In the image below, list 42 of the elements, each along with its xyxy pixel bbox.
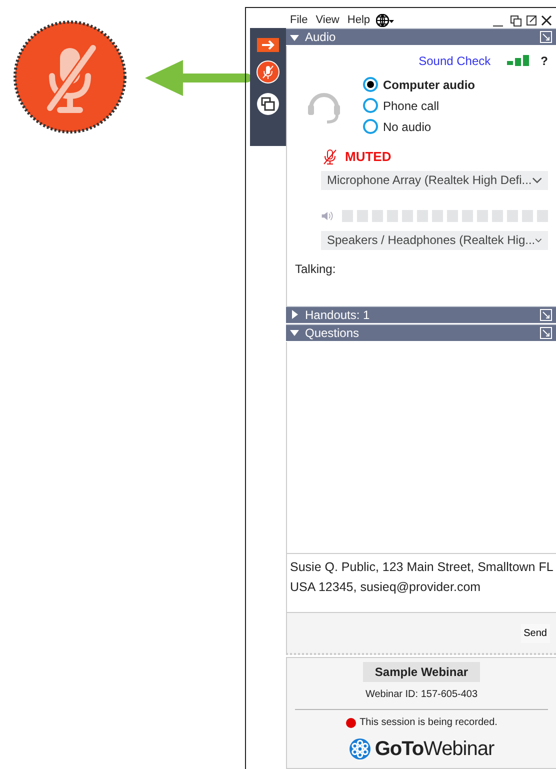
arrow-icon	[143, 58, 253, 98]
muted-status: MUTED	[345, 148, 392, 166]
globe-icon[interactable]	[376, 14, 394, 26]
send-button[interactable]: Send	[520, 624, 550, 642]
radio-button[interactable]	[363, 119, 378, 134]
collapse-triangle-icon[interactable]	[290, 32, 299, 42]
collapse-triangle-icon[interactable]	[290, 328, 299, 337]
menu-item[interactable]: View	[316, 12, 340, 28]
speaker-icon	[321, 210, 334, 222]
popout-icon[interactable]	[540, 326, 552, 338]
menu-item[interactable]: Help	[347, 12, 370, 28]
question-input-field[interactable]: Susie Q. Public, 123 Main Street, Smalltown FL USA 12345, susieq@provider.com	[286, 553, 556, 613]
popout-icon[interactable]	[540, 31, 552, 43]
radio-label: Computer audio	[383, 76, 475, 94]
menu-item[interactable]: File	[290, 12, 308, 28]
talking-label: Talking:	[295, 260, 337, 278]
radio-label: Phone call	[383, 98, 440, 114]
expand-triangle-icon[interactable]	[290, 310, 299, 319]
radio-button[interactable]	[363, 98, 378, 113]
signal-bars-icon	[506, 55, 529, 67]
chevron-down-icon	[532, 176, 542, 184]
section-header[interactable]: Questions	[286, 324, 556, 340]
snowflake-logo-icon	[348, 738, 371, 760]
help-link[interactable]: ?	[540, 52, 548, 70]
dropdown[interactable]: Speakers / Headphones (Realtek Hig...	[321, 230, 548, 250]
section-header[interactable]: Handouts: 1	[286, 306, 556, 322]
windows-icon[interactable]	[256, 92, 280, 116]
gotowebinar-logo-text: GoToWebinar	[374, 737, 494, 762]
arrow-right-icon[interactable]	[257, 38, 279, 52]
recording-icon	[346, 718, 356, 728]
popout-icon[interactable]	[540, 308, 552, 320]
radio-label: No audio	[383, 118, 432, 136]
section-header[interactable]: Audio	[286, 28, 556, 45]
webinar-title: Sample Webinar	[362, 662, 480, 682]
webinar-id: Webinar ID: 157-605-403	[365, 688, 478, 702]
muted-microphone-icon[interactable]	[256, 60, 280, 84]
radio-button[interactable]	[363, 77, 378, 92]
window-controls-icon[interactable]	[492, 14, 552, 26]
chevron-down-icon	[535, 236, 542, 244]
recording-notice: This session is being recorded.	[360, 716, 498, 730]
dropdown[interactable]: Microphone Array (Realtek High Defi...	[321, 170, 548, 190]
sound-check-link[interactable]: Sound Check	[418, 52, 491, 70]
